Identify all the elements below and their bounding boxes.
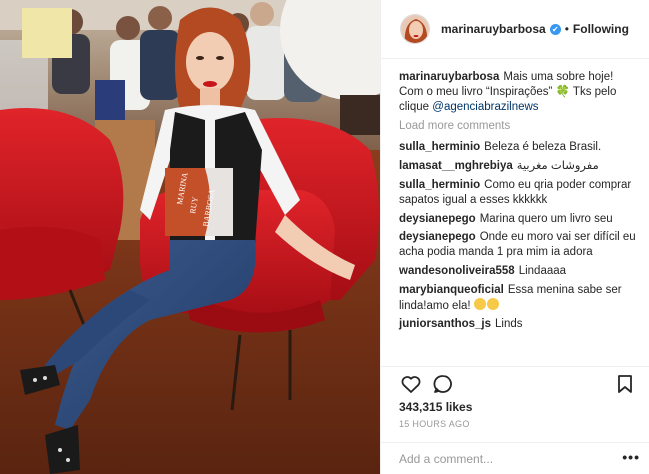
- comment-bubble-icon[interactable]: [431, 372, 455, 396]
- comment-username[interactable]: marybianqueoficial: [399, 284, 504, 296]
- comment-username[interactable]: sulla_herminio: [399, 141, 480, 153]
- post-timestamp: 15 HOURS AGO: [399, 419, 470, 429]
- post-image: MARINA RUY BARBOSA: [0, 0, 380, 474]
- caption: marinaruybarbosa Mais uma sobre hoje! Com…: [399, 70, 640, 114]
- comment-item: sulla_herminio Como eu qria poder comprar…: [399, 178, 640, 208]
- comment-username[interactable]: deysianepego: [399, 213, 476, 225]
- comment-text: Marina quero um livro seu: [479, 212, 613, 225]
- verified-badge-icon: ✔: [549, 23, 561, 35]
- comment-item: marybianqueoficial Essa menina sabe ser l…: [399, 283, 640, 314]
- action-icons: [399, 372, 639, 402]
- post-actions: 343,315 likes 15 HOURS AGO •••: [381, 366, 649, 470]
- comment-username[interactable]: wandesonoliveira558: [399, 265, 515, 277]
- comment-username[interactable]: lamasat__mghrebiya: [399, 160, 513, 172]
- comment-item: lamasat__mghrebiya مفروشات مغربية: [399, 159, 640, 174]
- comment-text: مفروشات مغربية: [516, 160, 599, 173]
- smile-emoji-icon: [486, 297, 499, 310]
- post-sidebar: marinaruybarbosa ✔ • Following marinaruy…: [380, 0, 649, 474]
- load-more-comments-button[interactable]: Load more comments: [399, 120, 640, 132]
- bookmark-icon[interactable]: [613, 372, 637, 396]
- comment-text: Linds: [495, 318, 523, 331]
- likes-count[interactable]: 343,315 likes: [399, 400, 472, 414]
- comment-username[interactable]: juniorsanthos_js: [399, 318, 491, 330]
- smile-emoji-icon: [473, 297, 486, 310]
- comment-item: juniorsanthos_js Linds: [399, 317, 640, 332]
- heart-icon[interactable]: [399, 372, 423, 396]
- avatar[interactable]: [400, 14, 430, 44]
- comment-item: wandesonoliveira558 Lindaaaa: [399, 264, 640, 279]
- comment-text: Lindaaaa: [518, 264, 567, 277]
- following-button[interactable]: Following: [573, 22, 629, 36]
- comments-list[interactable]: marinaruybarbosa Mais uma sobre hoje! Com…: [381, 60, 649, 367]
- add-comment-bar: •••: [381, 442, 649, 471]
- comment-username[interactable]: deysianepego: [399, 231, 476, 243]
- post-header: marinaruybarbosa ✔ • Following: [381, 0, 649, 59]
- comment-text: Beleza é beleza Brasil.: [484, 141, 602, 154]
- clover-emoji-icon: 🍀: [555, 85, 570, 98]
- more-options-icon[interactable]: •••: [622, 449, 640, 465]
- caption-username[interactable]: marinaruybarbosa: [399, 71, 499, 83]
- add-comment-input[interactable]: [399, 450, 629, 468]
- comment-username[interactable]: sulla_herminio: [399, 179, 480, 191]
- comment-item: sulla_herminio Beleza é beleza Brasil.: [399, 140, 640, 155]
- post-photo[interactable]: MARINA RUY BARBOSA: [0, 0, 380, 474]
- author-username[interactable]: marinaruybarbosa: [441, 22, 546, 36]
- separator-dot: •: [564, 22, 569, 36]
- comment-item: deysianepego Marina quero um livro seu: [399, 212, 640, 227]
- avatar-image: [401, 15, 429, 43]
- comment-item: deysianepego Onde eu moro vai ser difícil…: [399, 230, 640, 260]
- caption-mention-link[interactable]: @agenciabrazilnews: [432, 101, 538, 113]
